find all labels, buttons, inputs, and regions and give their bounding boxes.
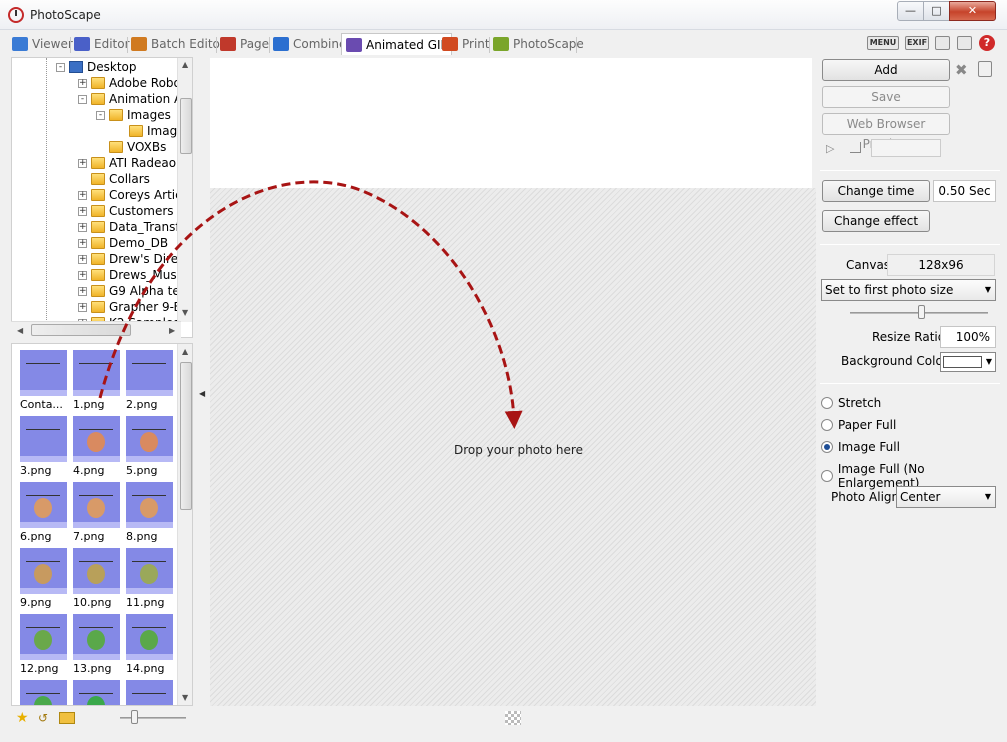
delete-icon[interactable]: ✖ <box>955 61 968 79</box>
time-value[interactable]: 0.50 Sec <box>933 180 996 202</box>
radio-dot <box>821 441 833 453</box>
web-browser-preview-button[interactable]: Web Browser Preview <box>822 113 950 151</box>
add-button[interactable]: Add <box>822 59 950 81</box>
drag-hint-arrow <box>98 180 523 429</box>
photo-align-label: Photo Align <box>831 490 900 504</box>
color-swatch <box>943 356 982 368</box>
frame-progress <box>871 139 941 157</box>
radio-dot <box>821 470 833 482</box>
radio-image-full[interactable]: Image Full <box>821 440 900 454</box>
resize-ratio-input[interactable]: 100% <box>940 326 996 348</box>
background-color-label: Background Color <box>841 354 948 368</box>
chevron-down-icon: ▼ <box>984 285 991 294</box>
canvas-label: Canvas <box>846 258 891 272</box>
photo-align-select[interactable]: Center ▼ <box>896 486 996 508</box>
save-button[interactable]: Save <box>822 86 950 108</box>
play-icon[interactable]: ▷ <box>826 142 834 155</box>
background-color-picker[interactable]: ▼ <box>940 352 996 372</box>
canvas-size: 128x96 <box>887 254 995 276</box>
chevron-down-icon: ▼ <box>984 492 991 501</box>
chevron-down-icon: ▼ <box>985 357 992 366</box>
change-effect-button[interactable]: Change effect <box>822 210 930 232</box>
stop-icon[interactable] <box>850 142 861 153</box>
change-time-button[interactable]: Change time <box>822 180 930 202</box>
canvas-size-select[interactable]: Set to first photo size ▼ <box>821 279 996 301</box>
radio-dot <box>821 419 833 431</box>
radio-paper-full[interactable]: Paper Full <box>821 418 896 432</box>
resize-ratio-label: Resize Ratio <box>872 330 946 344</box>
radio-stretch[interactable]: Stretch <box>821 396 881 410</box>
radio-dot <box>821 397 833 409</box>
trash-icon[interactable] <box>978 61 992 77</box>
resize-slider-knob[interactable] <box>918 305 925 319</box>
